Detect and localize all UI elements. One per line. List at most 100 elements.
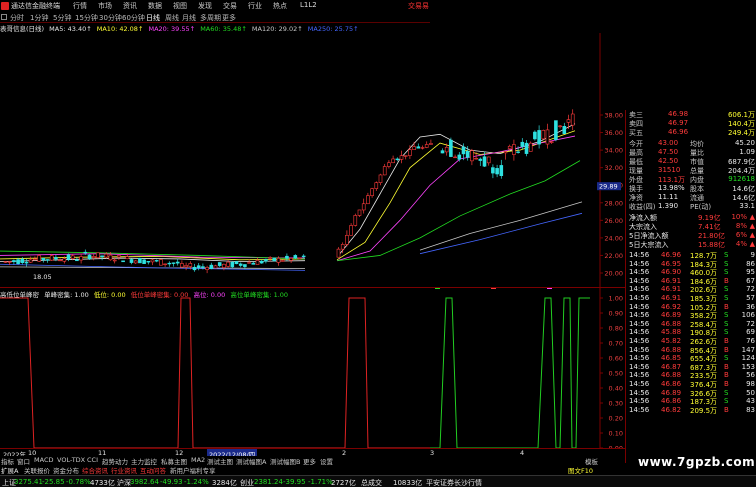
- kline-chart[interactable]: 38.0036.0034.0032.0030.0028.0026.0024.00…: [0, 33, 625, 288]
- tab-new-user[interactable]: 新用户福利专享: [170, 465, 216, 475]
- candle-body: [486, 156, 491, 164]
- period-weekly[interactable]: 周线: [165, 13, 179, 23]
- ma-indicator-line: 表哥信息(日线) MA5: 43.40↑ MA10: 42.08↑ MA20: …: [0, 23, 430, 33]
- tab-macd[interactable]: MACD: [34, 456, 53, 464]
- tab-vol-tdx[interactable]: VOL-TDX: [57, 456, 85, 464]
- menu-item-industry[interactable]: 行业: [248, 1, 262, 11]
- flow-pct: 10%: [731, 213, 747, 221]
- stat-value: 33.1: [739, 202, 755, 210]
- price-tick-label: 38.00: [604, 112, 623, 120]
- tick-count: 76: [746, 337, 755, 345]
- tick-price: 46.86: [661, 380, 682, 388]
- period-multi[interactable]: 多周期: [200, 13, 221, 23]
- menu-item-quotes[interactable]: 行情: [73, 1, 87, 11]
- menu-item-hot[interactable]: 热点: [273, 1, 287, 11]
- candle-body: [117, 255, 121, 258]
- menu-item-discover[interactable]: 发现: [198, 1, 212, 11]
- tab-qa[interactable]: 互动问答: [140, 465, 166, 475]
- indicator-ma60: MA60: 35.48↑: [200, 25, 247, 33]
- status-item[interactable]: 总成交: [361, 478, 382, 487]
- status-item[interactable]: 沪深: [117, 478, 131, 487]
- menu-item-data[interactable]: 数据: [148, 1, 162, 11]
- candle-body: [58, 259, 62, 262]
- candle-body: [79, 256, 83, 261]
- stat-value: 912618: [728, 175, 755, 183]
- tick-time: 14:56: [629, 302, 650, 311]
- candle-body: [537, 130, 541, 145]
- trade-button[interactable]: 交易易: [408, 1, 429, 11]
- app-title: 通达信金融终端: [11, 2, 60, 10]
- period-30min[interactable]: 30分钟: [99, 13, 122, 23]
- candle-body: [336, 248, 341, 258]
- menu-item-trade[interactable]: 交易: [223, 1, 237, 11]
- sub-tick-label: 0.10: [609, 430, 623, 438]
- tab-f10[interactable]: 图文F10: [568, 465, 593, 475]
- candle-body: [150, 259, 155, 263]
- sub-indicator-chart[interactable]: 1.00 0.90 0.80 0.70 0.60 0.50 0.40 0.30 0.20 0.10…: [0, 288, 625, 448]
- candle-body: [478, 158, 483, 161]
- candle-body: [20, 258, 25, 263]
- candle-body: [62, 258, 67, 262]
- status-item: -39.95: [283, 478, 306, 486]
- period-intraday[interactable]: 分时: [10, 13, 24, 23]
- sub-tick-label: 0.80: [609, 325, 623, 333]
- candle-body: [251, 262, 256, 265]
- candle-body: [520, 141, 525, 147]
- status-item: -1.71%: [308, 478, 333, 486]
- period-daily[interactable]: 日线: [146, 13, 160, 23]
- status-item: 3275.41: [14, 478, 43, 486]
- period-15min[interactable]: 15分钟: [75, 13, 98, 23]
- menu-item-market[interactable]: 市场: [98, 1, 112, 11]
- tick-time: 14:56: [629, 362, 650, 371]
- tick-side: B: [724, 302, 729, 311]
- candle-body: [112, 259, 117, 262]
- candle-body: [138, 257, 142, 264]
- candle-body: [357, 209, 362, 216]
- period-monthly[interactable]: 月线: [182, 13, 196, 23]
- candle-body: [429, 143, 433, 145]
- candle-body: [33, 258, 37, 261]
- candle-body: [474, 157, 478, 160]
- menu-item-view[interactable]: 视图: [173, 1, 187, 11]
- tick-side: S: [724, 294, 729, 302]
- candle-body: [361, 203, 366, 211]
- min-price-label: 18.05: [33, 273, 52, 281]
- tick-price: 46.87: [661, 362, 682, 371]
- tab-news[interactable]: 综合资讯: [82, 465, 108, 475]
- candle-body: [247, 262, 251, 264]
- candle-body: [213, 265, 218, 269]
- tab-fund-distribution[interactable]: 资金分布: [53, 465, 79, 475]
- tab-extension-a[interactable]: 扩展A: [1, 465, 18, 475]
- candle-body: [453, 156, 457, 159]
- price-tick-label: 32.00: [604, 164, 623, 172]
- status-item[interactable]: 创业: [240, 478, 254, 487]
- candle-body: [374, 182, 379, 189]
- flow-row: 5日净流入额 21.80亿 6% ▲: [628, 231, 756, 240]
- candle-body: [391, 158, 395, 164]
- period-1min[interactable]: 1分钟: [30, 13, 48, 23]
- tab-cci[interactable]: CCI: [87, 456, 98, 464]
- period-more[interactable]: 更多: [222, 13, 236, 23]
- menu-item-news[interactable]: 资讯: [123, 1, 137, 11]
- period-bar: 分时 1分钟 5分钟 15分钟 30分钟 60分钟 日线 周线 月线 多周期 更…: [0, 12, 430, 23]
- flow-up-icon: ▲: [749, 213, 755, 221]
- period-5min[interactable]: 5分钟: [53, 13, 71, 23]
- tab-related-quotes[interactable]: 关联报价: [24, 465, 50, 475]
- candle-body: [230, 262, 235, 268]
- candle-body: [7, 261, 12, 263]
- candle-body: [420, 147, 425, 149]
- price-tick-label: 26.00: [604, 217, 623, 225]
- candle-body: [37, 255, 41, 262]
- flow-pct: 6%: [735, 231, 747, 239]
- candle-body: [470, 150, 474, 162]
- tab-ma2[interactable]: MA2: [191, 456, 205, 464]
- candle-body: [24, 261, 29, 264]
- tick-price: 46.88: [661, 371, 682, 380]
- period-60min[interactable]: 60分钟: [122, 13, 145, 23]
- tick-time: 14:56: [629, 354, 650, 363]
- tab-industry-news[interactable]: 行业资讯: [111, 465, 137, 475]
- candle-body: [66, 254, 71, 260]
- collapse-icon[interactable]: [1, 14, 7, 20]
- candle-body: [196, 265, 201, 268]
- tick-price: 46.85: [661, 354, 682, 363]
